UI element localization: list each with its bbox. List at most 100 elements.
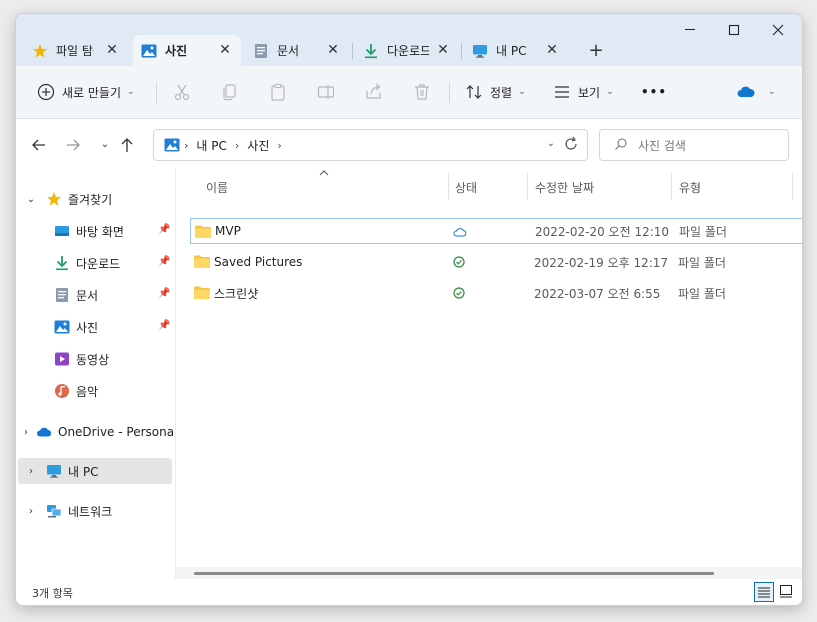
close-tab-icon[interactable]: ✕ — [435, 42, 451, 58]
sidebar-item-onedrive[interactable]: › OneDrive - Persona — [24, 419, 174, 445]
column-status[interactable]: 상태 — [455, 179, 477, 196]
close-tab-icon[interactable]: ✕ — [325, 42, 341, 58]
pin-icon[interactable]: 📌 — [158, 256, 170, 267]
download-icon — [54, 255, 70, 271]
tab-this-pc[interactable]: 내 PC ✕ — [464, 35, 568, 66]
close-tab-icon[interactable]: ✕ — [217, 42, 233, 58]
scissors-icon — [172, 82, 192, 102]
chevron-down-icon: ⌄ — [518, 87, 526, 97]
navigation-row: ⌄ › 내 PC › 사진 › ⌄ 사진 검색 — [16, 119, 802, 169]
search-box[interactable]: 사진 검색 — [599, 129, 789, 161]
large-icons-view-button[interactable] — [777, 582, 797, 602]
file-explorer-window: 파일 탐색기 ✕ 사진 ✕ 문서 ✕ 다운로드 ✕ — [15, 13, 803, 606]
video-icon — [54, 351, 70, 367]
tab-file-explorer[interactable]: 파일 탐색기 ✕ — [24, 35, 128, 66]
column-header-row: 이름 상태 수정한 날짜 유형 — [176, 169, 802, 201]
table-row[interactable]: Saved Pictures 2022-02-19 오후 12:17 파일 폴더 — [190, 249, 802, 275]
tab-label: 다운로드 — [387, 44, 429, 58]
forward-button[interactable] — [62, 135, 84, 155]
tab-pictures[interactable]: 사진 ✕ — [133, 35, 241, 66]
sidebar-item-label: 내 PC — [68, 464, 99, 479]
sidebar-item-label: 사진 — [76, 320, 99, 335]
document-icon — [54, 287, 70, 303]
toolbar-divider — [449, 83, 450, 103]
monitor-icon — [46, 463, 62, 479]
cloud-status-icon — [453, 225, 467, 239]
sidebar-item-network[interactable]: › 네트워크 — [24, 498, 174, 524]
chevron-down-icon: ⌄ — [127, 87, 135, 97]
chevron-right-icon[interactable]: › — [24, 427, 28, 438]
close-tab-icon[interactable]: ✕ — [104, 42, 120, 58]
file-date: 2022-02-19 오후 12:17 — [534, 255, 669, 270]
sidebar-item-pictures[interactable]: 사진 📌 — [54, 314, 174, 340]
synced-check-icon — [452, 286, 466, 300]
column-divider[interactable] — [448, 173, 449, 199]
sidebar-item-downloads[interactable]: 다운로드 📌 — [54, 250, 174, 276]
chevron-down-icon[interactable]: ⌄ — [24, 194, 38, 205]
sidebar-item-documents[interactable]: 문서 📌 — [54, 282, 174, 308]
sidebar-item-quick-access[interactable]: ⌄ 즐겨찾기 — [24, 186, 174, 212]
star-icon — [46, 191, 62, 207]
close-tab-icon[interactable]: ✕ — [544, 42, 560, 58]
address-history-chevron-icon[interactable]: ⌄ — [547, 138, 555, 149]
pin-icon[interactable]: 📌 — [158, 224, 170, 235]
column-name[interactable]: 이름 — [206, 179, 228, 196]
file-list: 이름 상태 수정한 날짜 유형 MVP 2022-02-20 오전 12:10 … — [176, 169, 802, 579]
sort-label: 정렬 — [490, 85, 513, 100]
share-button[interactable] — [364, 78, 384, 106]
table-row[interactable]: 스크린샷 2022-03-07 오전 6:55 파일 폴더 — [190, 280, 802, 306]
column-type[interactable]: 유형 — [679, 179, 701, 196]
new-button[interactable]: 새로 만들기 ⌄ — [36, 78, 135, 106]
sort-button[interactable]: 정렬 ⌄ — [464, 78, 526, 106]
copy-button[interactable] — [220, 78, 240, 106]
minimize-button[interactable] — [668, 18, 712, 42]
column-divider[interactable] — [792, 173, 793, 199]
column-divider[interactable] — [671, 173, 672, 199]
sidebar-item-videos[interactable]: 동영상 — [54, 346, 174, 372]
delete-button[interactable] — [412, 78, 432, 106]
tab-documents[interactable]: 문서 ✕ — [245, 35, 349, 66]
breadcrumb-separator: › — [277, 138, 282, 152]
address-bar[interactable]: › 내 PC › 사진 › ⌄ — [153, 129, 588, 161]
star-icon — [32, 43, 48, 59]
sidebar-item-this-pc[interactable]: › 내 PC — [18, 458, 172, 484]
command-bar: 새로 만들기 ⌄ 정렬 ⌄ 보기 ⌄ ••• ⌄ — [16, 66, 802, 119]
column-date-modified[interactable]: 수정한 날짜 — [535, 179, 594, 196]
column-divider[interactable] — [527, 173, 528, 199]
status-bar: 3개 항목 — [16, 579, 802, 605]
close-button[interactable] — [756, 18, 800, 42]
search-icon — [614, 137, 628, 154]
music-icon — [54, 383, 70, 399]
paste-button[interactable] — [268, 78, 288, 106]
onedrive-status-button[interactable]: ⌄ — [736, 78, 776, 106]
file-name: MVP — [215, 224, 241, 238]
more-options-button[interactable]: ••• — [641, 78, 667, 106]
file-type: 파일 폴더 — [678, 255, 726, 270]
breadcrumb-separator: › — [234, 138, 240, 152]
view-list-icon — [552, 82, 572, 102]
back-button[interactable] — [28, 135, 50, 155]
maximize-button[interactable] — [712, 18, 756, 42]
sidebar-item-label: 바탕 화면 — [76, 224, 124, 239]
chevron-right-icon[interactable]: › — [24, 466, 38, 477]
breadcrumb-this-pc[interactable]: 내 PC — [196, 137, 226, 154]
up-button[interactable] — [116, 135, 138, 155]
sidebar-item-desktop[interactable]: 바탕 화면 📌 — [54, 218, 174, 244]
new-tab-button[interactable]: + — [586, 41, 606, 61]
onedrive-cloud-icon — [736, 82, 756, 102]
rename-button[interactable] — [316, 78, 336, 106]
chevron-right-icon[interactable]: › — [24, 506, 38, 517]
breadcrumb-pictures[interactable]: 사진 — [247, 137, 269, 154]
cut-button[interactable] — [172, 78, 192, 106]
table-row[interactable]: MVP 2022-02-20 오전 12:10 파일 폴더 — [190, 218, 802, 244]
details-view-button[interactable] — [754, 582, 774, 602]
pin-icon[interactable]: 📌 — [158, 320, 170, 331]
view-button[interactable]: 보기 ⌄ — [552, 78, 614, 106]
recent-locations-button[interactable]: ⌄ — [94, 135, 116, 155]
sidebar-item-music[interactable]: 음악 — [54, 378, 174, 404]
horizontal-scrollbar-thumb[interactable] — [194, 572, 714, 575]
refresh-icon[interactable] — [563, 135, 579, 157]
tab-downloads[interactable]: 다운로드 ✕ — [355, 35, 459, 66]
search-input[interactable]: 사진 검색 — [638, 137, 686, 154]
pin-icon[interactable]: 📌 — [158, 288, 170, 299]
